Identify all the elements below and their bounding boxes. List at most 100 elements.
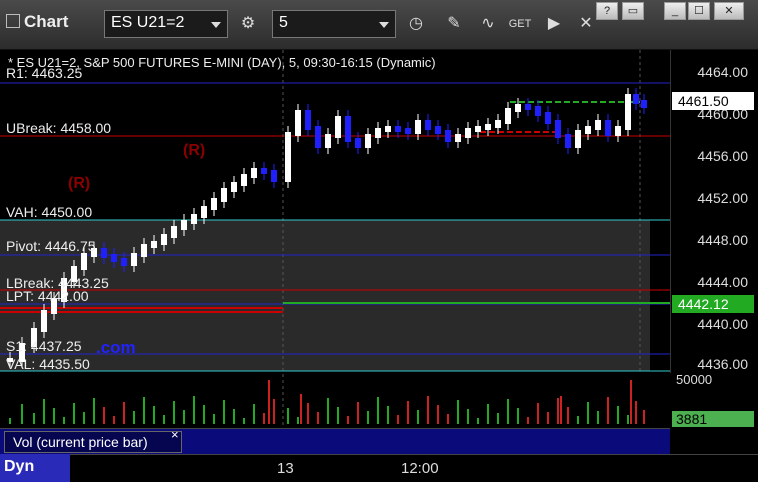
y-tick-label: 4464.00 <box>697 64 748 80</box>
close-icon[interactable]: × <box>171 427 179 442</box>
candle-body <box>415 120 421 134</box>
green-price-box: 4442.12 <box>672 295 754 313</box>
play-icon[interactable]: ▶ <box>540 10 568 38</box>
volume-bar <box>297 417 299 424</box>
candle-body <box>505 108 511 124</box>
candle-body <box>545 112 551 124</box>
level-label-pivot: Pivot: 4446.75 <box>6 238 96 254</box>
volume-bar <box>367 411 369 424</box>
volume-bar <box>477 418 479 424</box>
interval-selector[interactable]: 5 <box>272 10 396 38</box>
candle-body <box>575 130 581 148</box>
candle-body <box>515 104 521 112</box>
volume-legend[interactable]: Vol (current price bar) <box>4 431 182 453</box>
candle-body <box>241 174 247 186</box>
candle-body <box>305 110 311 130</box>
volume-bar <box>617 406 619 424</box>
level-label-ubreak: UBreak: 4458.00 <box>6 120 112 136</box>
indicator-icon[interactable]: ∿ <box>474 10 502 38</box>
volume-bar <box>273 399 275 424</box>
settings-gear-icon[interactable]: ⚙ <box>234 10 262 38</box>
volume-bar <box>457 400 459 424</box>
get-data-icon[interactable]: GET <box>506 10 534 38</box>
candle-body <box>465 128 471 138</box>
y-tick-label: 4440.00 <box>697 316 748 332</box>
candle-body <box>41 310 47 332</box>
candle-body <box>585 126 591 134</box>
pencil-icon[interactable]: ✎ <box>440 10 468 38</box>
volume-bar <box>407 401 409 424</box>
volume-bar <box>347 416 349 424</box>
candle-body <box>335 116 341 138</box>
candle-body <box>375 128 381 138</box>
candle-body <box>181 220 187 230</box>
last-price-box: 4461.50 <box>672 92 754 110</box>
maximize-button[interactable]: ☐ <box>688 2 710 20</box>
volume-bar <box>243 418 245 424</box>
volume-bar <box>300 394 302 424</box>
candle-body <box>191 214 197 224</box>
candle-body <box>111 254 117 262</box>
price-chart[interactable]: * ES U21=2, S&P 500 FUTURES E-MINI (DAY)… <box>0 50 758 482</box>
candle-body <box>101 248 107 258</box>
volume-bar <box>417 410 419 424</box>
volume-bar <box>73 403 75 424</box>
close-window-button[interactable]: ✕ <box>714 2 744 20</box>
candle-body <box>231 182 237 192</box>
y-tick-label: 4436.00 <box>697 356 748 372</box>
minimize-button[interactable]: _ <box>664 2 686 20</box>
volume-current-box: 3881 <box>672 411 754 427</box>
candle-body <box>495 120 501 128</box>
restore-button[interactable]: ▭ <box>622 2 644 20</box>
volume-bar <box>597 411 599 424</box>
level-label-val: VAL: 4435.50 <box>6 356 90 372</box>
level-label-s1: S1: 4437.25 <box>6 338 82 354</box>
r-marker: (R) <box>183 142 206 159</box>
volume-bar <box>437 405 439 424</box>
candle-body <box>633 94 639 104</box>
candle-body <box>161 234 167 245</box>
volume-bar <box>203 405 205 424</box>
volume-bar <box>173 401 175 424</box>
volume-bar <box>337 407 339 424</box>
volume-bar <box>153 406 155 424</box>
candle-body <box>395 126 401 132</box>
volume-bar <box>517 408 519 424</box>
candle-body <box>121 258 127 266</box>
candle-body <box>605 120 611 136</box>
value-area-gap <box>650 220 670 371</box>
volume-bar <box>263 413 265 424</box>
candle-body <box>565 134 571 148</box>
candle-body <box>285 132 291 182</box>
help-button[interactable]: ? <box>596 2 618 20</box>
volume-bar <box>357 402 359 424</box>
candle-body <box>385 126 391 132</box>
volume-bar <box>83 412 85 424</box>
volume-bar <box>427 396 429 424</box>
time-axis[interactable]: 13 12:00 <box>0 454 758 482</box>
volume-bar <box>567 407 569 424</box>
clock-icon[interactable]: ◷ <box>402 10 430 38</box>
candle-body <box>295 110 301 136</box>
symbol-selector[interactable]: ES U21=2 <box>104 10 228 38</box>
time-label: 12:00 <box>401 460 439 477</box>
volume-bar <box>497 413 499 424</box>
dynamic-button[interactable]: Dyn <box>0 454 70 482</box>
volume-scale-label: 50000 <box>676 372 713 387</box>
volume-bar <box>317 412 319 424</box>
candle-body <box>151 241 157 248</box>
chart-canvas[interactable] <box>0 50 758 482</box>
watermark: .com <box>96 338 136 357</box>
candle-body <box>315 126 321 148</box>
volume-bar <box>287 408 289 424</box>
candle-body <box>141 244 147 257</box>
volume-bar <box>527 417 529 424</box>
volume-bar <box>33 413 35 424</box>
volume-bar <box>143 397 145 424</box>
candle-body <box>425 120 431 130</box>
candle-body <box>485 124 491 130</box>
volume-bar <box>123 402 125 424</box>
candle-body <box>221 188 227 202</box>
volume-bar <box>163 415 165 424</box>
volume-bar <box>537 403 539 424</box>
